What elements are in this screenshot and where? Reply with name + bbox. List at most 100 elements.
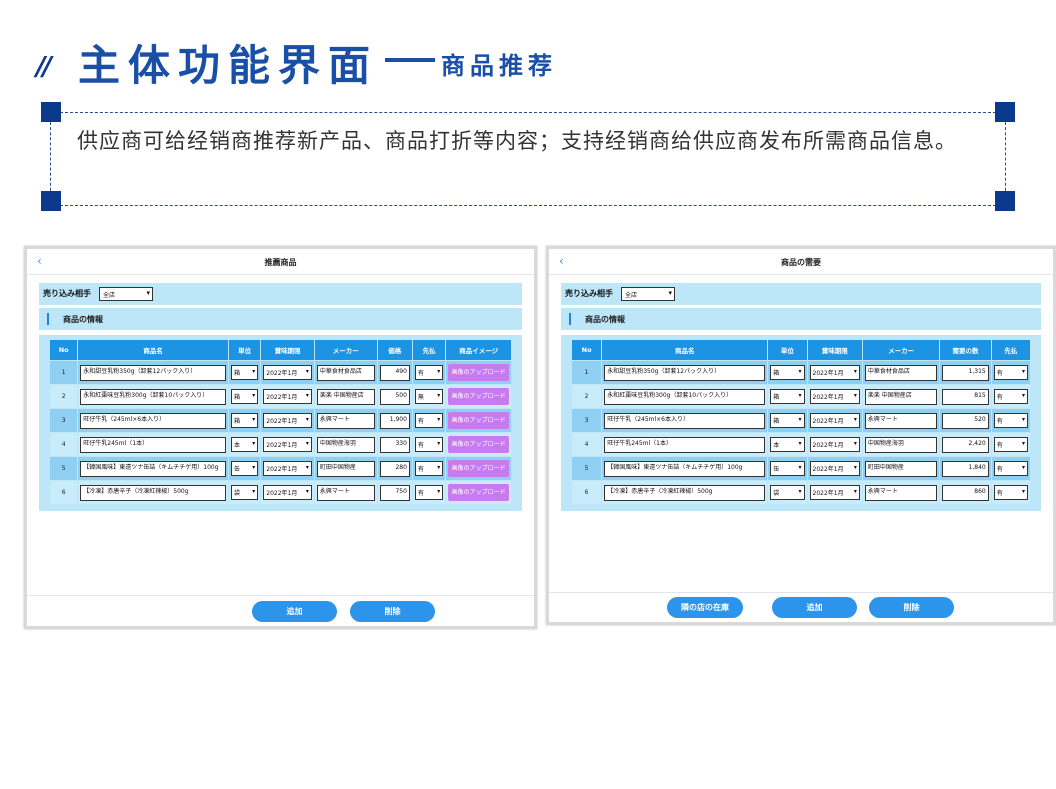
expiry-select[interactable]: 2022年1月 ▾ bbox=[809, 485, 860, 500]
expiry-select[interactable]: 2022年1月 ▾ bbox=[263, 485, 312, 500]
partner-select[interactable]: 全店 ▾ bbox=[621, 287, 675, 301]
price-field[interactable]: 490 bbox=[379, 364, 410, 381]
prepay-select[interactable]: 有 ▾ bbox=[414, 461, 444, 476]
expiry-select[interactable]: 2022年1月 ▾ bbox=[809, 389, 860, 404]
unit-select[interactable]: 箱 ▾ bbox=[770, 413, 805, 428]
expiry-select[interactable]: 2022年1月 ▾ bbox=[263, 365, 312, 380]
table-row: 5 【韓国風味】東遠ツナ缶詰（キムチチゲ用）100g 缶 ▾ 2022年1月 ▾ 町田中国物… bbox=[572, 457, 1030, 480]
upload-image-button[interactable]: 画像のアップロード bbox=[448, 364, 509, 381]
unit-select[interactable]: 箱 ▾ bbox=[230, 389, 259, 404]
maker-field[interactable]: 中国物産海羽 bbox=[864, 436, 938, 453]
product-name-field[interactable]: 永和甜豆乳粉350g（卸套12パック入り） bbox=[80, 364, 226, 381]
maker-field[interactable]: 永興マート bbox=[316, 484, 375, 501]
add-button[interactable]: 追加 bbox=[252, 601, 337, 622]
maker-field[interactable]: 町田中国物産 bbox=[864, 460, 938, 477]
maker-field[interactable]: 永興マート bbox=[864, 412, 938, 429]
demand-qty-field[interactable]: 1,315 bbox=[942, 364, 989, 381]
unit-select[interactable]: 缶 ▾ bbox=[230, 461, 259, 476]
prepay-select[interactable]: 有 ▾ bbox=[993, 389, 1028, 404]
product-name-field[interactable]: 永和甜豆乳粉350g（卸套12パック入り） bbox=[604, 364, 766, 381]
delete-button[interactable]: 削除 bbox=[869, 597, 954, 618]
unit-select[interactable]: 袋 ▾ bbox=[770, 485, 805, 500]
prepay-select[interactable]: 有 ▾ bbox=[414, 485, 444, 500]
product-name-field[interactable]: 【韓国風味】東遠ツナ缶詰（キムチチゲ用）100g bbox=[604, 460, 766, 477]
price-field[interactable]: 500 bbox=[379, 388, 410, 405]
prepay-select[interactable]: 有 ▾ bbox=[993, 365, 1028, 380]
product-name-field[interactable]: 【韓国風味】東遠ツナ缶詰（キムチチゲ用）100g bbox=[80, 460, 226, 477]
prepay-select[interactable]: 有 ▾ bbox=[993, 461, 1028, 476]
unit-select[interactable]: 袋 ▾ bbox=[230, 485, 259, 500]
demand-qty-field[interactable]: 860 bbox=[942, 484, 989, 501]
product-name-field[interactable]: 旺仔牛乳（245ml×6本入り） bbox=[80, 412, 226, 429]
unit-select[interactable]: 本 ▾ bbox=[230, 437, 259, 452]
product-name-field[interactable]: 永和紅棗味豆乳粉300g（卸套10パック入り） bbox=[80, 388, 226, 405]
unit-select[interactable]: 箱 ▾ bbox=[230, 413, 259, 428]
unit-select[interactable]: 箱 ▾ bbox=[770, 389, 805, 404]
expiry-select[interactable]: 2022年1月 ▾ bbox=[263, 461, 312, 476]
table-cell: 500 bbox=[377, 385, 412, 408]
product-name-field[interactable]: 旺仔牛乳（245ml×6本入り） bbox=[604, 412, 766, 429]
expiry-select[interactable]: 2022年1月 ▾ bbox=[263, 437, 312, 452]
table-cell: 画像のアップロード bbox=[446, 433, 511, 456]
demand-qty-field[interactable]: 1,840 bbox=[942, 460, 989, 477]
upload-image-button[interactable]: 画像のアップロード bbox=[448, 412, 509, 429]
prepay-select[interactable]: 有 ▾ bbox=[414, 437, 444, 452]
upload-image-button[interactable]: 画像のアップロード bbox=[448, 484, 509, 501]
prepay-select[interactable]: 有 ▾ bbox=[993, 485, 1028, 500]
delete-button[interactable]: 削除 bbox=[350, 601, 435, 622]
section-label: 商品の情報 bbox=[585, 315, 625, 324]
price-field[interactable]: 750 bbox=[379, 484, 410, 501]
prepay-select[interactable]: 有 ▾ bbox=[414, 365, 444, 380]
maker-field[interactable]: 町田中国物産 bbox=[316, 460, 375, 477]
maker-field[interactable]: 永興マート bbox=[316, 412, 375, 429]
table-cell: 280 bbox=[377, 457, 412, 480]
product-name-field[interactable]: 【冷凍】赤唐辛子（冷凍紅辣椒）500g bbox=[604, 484, 766, 501]
product-name-field[interactable]: 【冷凍】赤唐辛子（冷凍紅辣椒）500g bbox=[80, 484, 226, 501]
title-slashes-icon: // bbox=[36, 52, 52, 82]
product-name-field[interactable]: 旺仔牛乳245ml（1本） bbox=[80, 436, 226, 453]
maker-field[interactable]: 楽楽 中国物産店 bbox=[864, 388, 938, 405]
demand-qty-field[interactable]: 520 bbox=[942, 412, 989, 429]
table-cell: 画像のアップロード bbox=[446, 457, 511, 480]
price-field[interactable]: 330 bbox=[379, 436, 410, 453]
prepay-select[interactable]: 有 ▾ bbox=[414, 413, 444, 428]
table-cell: 本 ▾ bbox=[768, 433, 807, 456]
expiry-select[interactable]: 2022年1月 ▾ bbox=[263, 413, 312, 428]
expiry-select[interactable]: 2022年1月 ▾ bbox=[809, 413, 860, 428]
expiry-select[interactable]: 2022年1月 ▾ bbox=[263, 389, 312, 404]
demand-qty-field[interactable]: 815 bbox=[942, 388, 989, 405]
demand-screen: ‹ 商品の需要 売り込み相手 全店 ▾ 商品の情報 No 商品名 単位 賞味期限 bbox=[546, 246, 1056, 625]
unit-select[interactable]: 箱 ▾ bbox=[230, 365, 259, 380]
expiry-select[interactable]: 2022年1月 ▾ bbox=[809, 365, 860, 380]
price-field[interactable]: 280 bbox=[379, 460, 410, 477]
unit-select[interactable]: 缶 ▾ bbox=[770, 461, 805, 476]
price-field[interactable]: 1,900 bbox=[379, 412, 410, 429]
neighbor-stock-button[interactable]: 隣の店の在庫 bbox=[667, 597, 743, 618]
maker-field[interactable]: 中華食材食品店 bbox=[316, 364, 375, 381]
expiry-select[interactable]: 2022年1月 ▾ bbox=[809, 437, 860, 452]
prepay-select[interactable]: 無 ▾ bbox=[414, 389, 444, 404]
upload-image-button[interactable]: 画像のアップロード bbox=[448, 460, 509, 477]
expiry-select-value: 2022年1月 bbox=[266, 394, 298, 401]
upload-image-button[interactable]: 画像のアップロード bbox=[448, 436, 509, 453]
expiry-select[interactable]: 2022年1月 ▾ bbox=[809, 461, 860, 476]
upload-image-button[interactable]: 画像のアップロード bbox=[448, 388, 509, 405]
partner-select[interactable]: 全店 ▾ bbox=[99, 287, 153, 301]
maker-field[interactable]: 永興マート bbox=[864, 484, 938, 501]
demand-qty-field[interactable]: 2,420 bbox=[942, 436, 989, 453]
unit-select[interactable]: 本 ▾ bbox=[770, 437, 805, 452]
table-cell: 永興マート bbox=[314, 481, 377, 504]
chevron-down-icon: ▾ bbox=[1021, 392, 1025, 399]
prepay-select[interactable]: 有 ▾ bbox=[993, 437, 1028, 452]
maker-field[interactable]: 中国物産海羽 bbox=[316, 436, 375, 453]
add-button[interactable]: 追加 bbox=[772, 597, 857, 618]
prepay-select[interactable]: 有 ▾ bbox=[993, 413, 1028, 428]
screen-header: ‹ 商品の需要 bbox=[549, 249, 1053, 275]
maker-field[interactable]: 楽楽 中国物産店 bbox=[316, 388, 375, 405]
maker-field[interactable]: 中華食材食品店 bbox=[864, 364, 938, 381]
product-name-field[interactable]: 旺仔牛乳245ml（1本） bbox=[604, 436, 766, 453]
table-cell: 無 ▾ bbox=[412, 385, 446, 408]
table-cell: 有 ▾ bbox=[991, 457, 1030, 480]
unit-select[interactable]: 箱 ▾ bbox=[770, 365, 805, 380]
product-name-field[interactable]: 永和紅棗味豆乳粉300g（卸套10パック入り） bbox=[604, 388, 766, 405]
